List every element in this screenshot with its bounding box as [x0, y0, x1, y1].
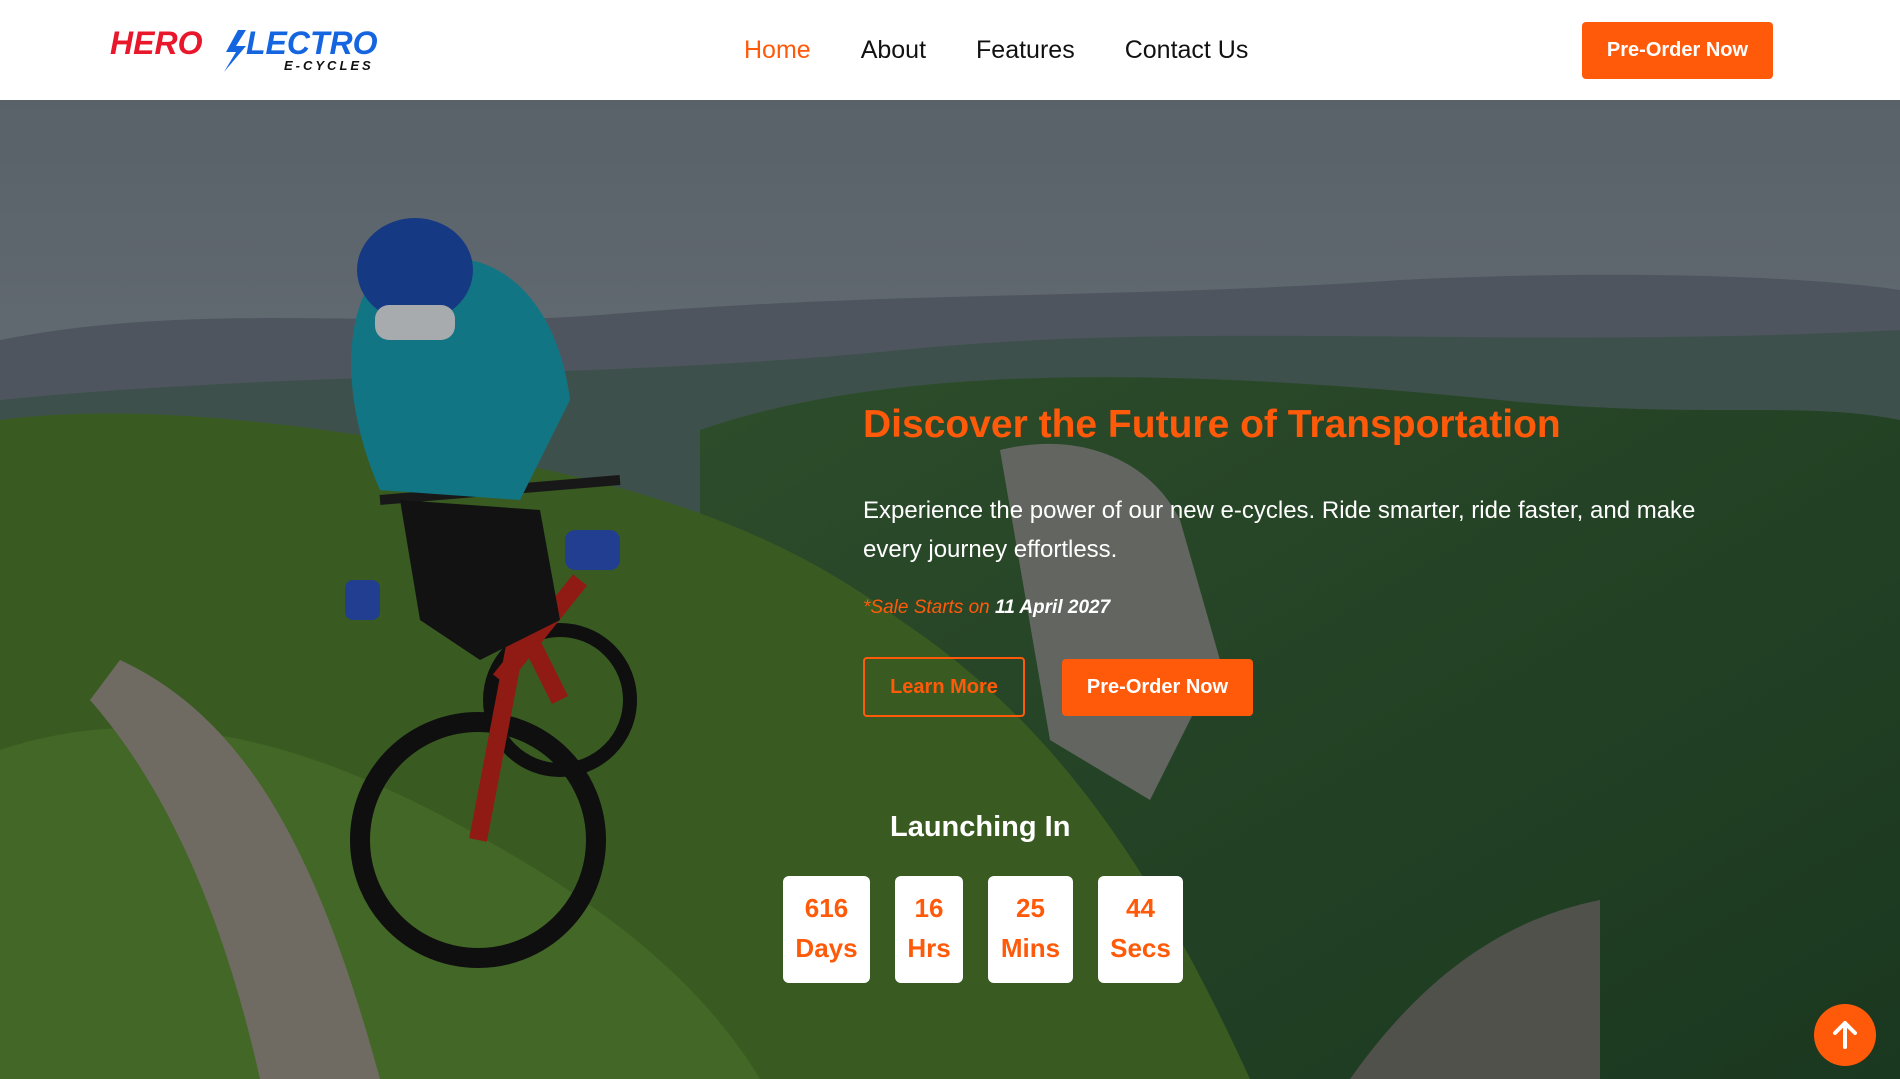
site-header: HERO LECTRO E-CYCLES Home About Features… — [0, 0, 1900, 100]
nav-link-contact-us[interactable]: Contact Us — [1125, 36, 1249, 65]
main-nav: Home About Features Contact Us — [744, 0, 1248, 100]
logo-subtitle: E-CYCLES — [284, 58, 374, 73]
logo-word-hero: HERO — [110, 25, 203, 61]
launching-in-heading: Launching In — [890, 811, 1071, 843]
scroll-to-top-button[interactable] — [1814, 1004, 1876, 1066]
hero-preorder-button[interactable]: Pre-Order Now — [1062, 659, 1253, 716]
nav-link-about[interactable]: About — [861, 36, 926, 65]
nav-link-features[interactable]: Features — [976, 36, 1075, 65]
sale-start-label: *Sale Starts on — [863, 597, 990, 618]
sale-start-date: 11 April 2027 — [995, 597, 1111, 618]
hero-section: Discover the Future of Transportation Ex… — [0, 100, 1900, 1079]
countdown-minutes-value: 25 — [1016, 893, 1045, 923]
brand-logo[interactable]: HERO LECTRO E-CYCLES — [110, 22, 400, 74]
countdown-hours: 16 Hrs — [895, 876, 963, 983]
nav-link-home[interactable]: Home — [744, 36, 811, 65]
arrow-up-icon — [1833, 1021, 1857, 1049]
countdown-seconds-value: 44 — [1126, 893, 1155, 923]
countdown-hours-unit: Hrs — [907, 933, 951, 963]
countdown-minutes-unit: Mins — [1000, 933, 1061, 963]
hero-description: Experience the power of our new e-cycles… — [863, 497, 1696, 563]
header-preorder-button[interactable]: Pre-Order Now — [1582, 22, 1773, 79]
sale-start-note: *Sale Starts on 11 April 2027 — [863, 597, 1110, 619]
countdown-seconds-unit: Secs — [1110, 933, 1171, 963]
logo-word-lectro: LECTRO — [246, 25, 378, 61]
learn-more-button[interactable]: Learn More — [863, 657, 1025, 717]
countdown-days-unit: Days — [795, 933, 858, 963]
countdown-minutes: 25 Mins — [988, 876, 1073, 983]
countdown-seconds: 44 Secs — [1098, 876, 1183, 983]
countdown-hours-value: 16 — [914, 893, 944, 923]
countdown-days-value: 616 — [804, 893, 849, 923]
hero-title: Discover the Future of Transportation — [863, 403, 1561, 446]
lightning-bolt-icon — [224, 30, 246, 72]
countdown-days: 616 Days — [783, 876, 870, 983]
